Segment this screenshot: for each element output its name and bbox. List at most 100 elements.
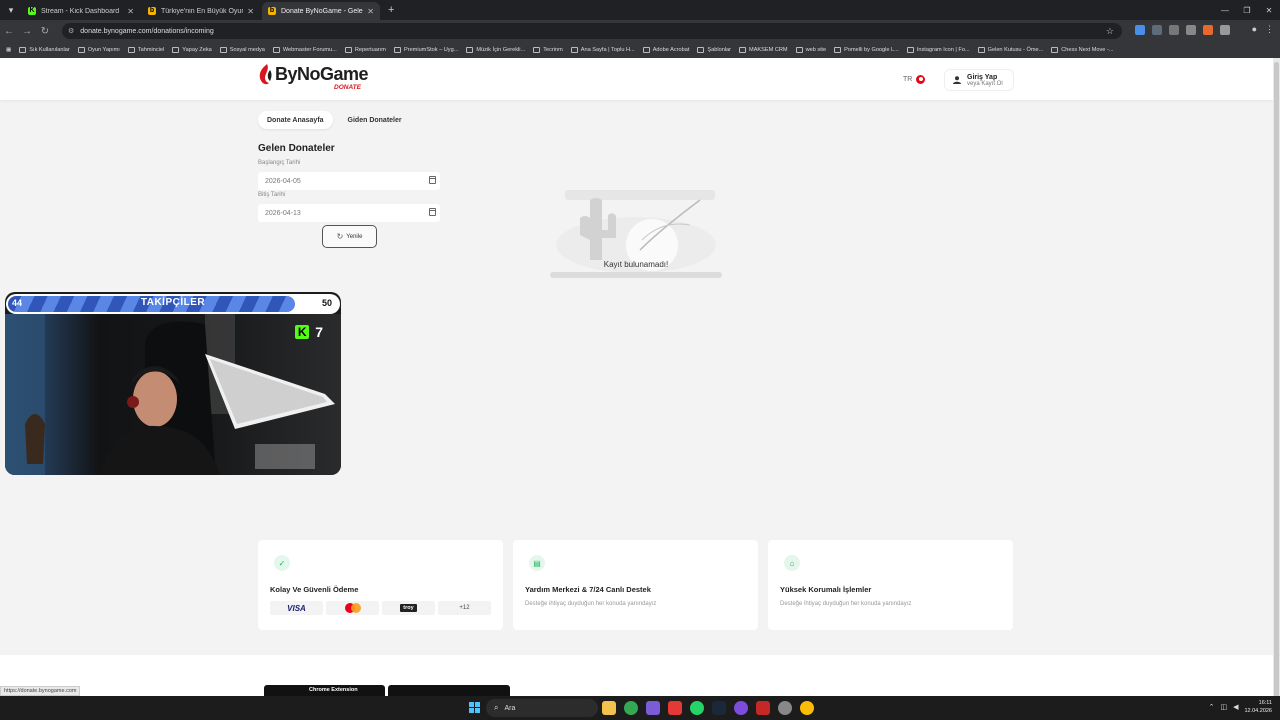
bynogame-logo[interactable]: ByNoGame DONATE <box>258 64 369 94</box>
steam-icon[interactable] <box>712 701 726 715</box>
bookmark-item[interactable]: Şablonlar <box>697 47 731 53</box>
forward-icon[interactable]: → <box>18 26 36 37</box>
close-window-icon[interactable]: ✕ <box>1258 0 1280 20</box>
feature-card-support: ▤ Yardım Merkezi & 7/24 Canlı Destek Des… <box>513 540 758 630</box>
mastercard-logo <box>326 601 379 615</box>
close-tab-icon[interactable]: ✕ <box>367 7 374 16</box>
stream-overlay: K 7 44 TAKİPÇİLER 50 <box>5 292 341 475</box>
network-icon[interactable]: ◫ <box>1220 703 1227 711</box>
whatsapp-icon[interactable] <box>690 701 704 715</box>
bookmark-item[interactable]: Tahminciel <box>127 47 165 53</box>
calendar-icon[interactable] <box>429 176 436 184</box>
extension-icon[interactable] <box>1203 25 1213 35</box>
tab-bynogame[interactable]: b Türkiye'nin En Büyük Oyuncu P ✕ <box>142 2 260 20</box>
folder-icon <box>127 47 135 53</box>
bookmark-item[interactable]: Müzik İçin Gerekli... <box>466 47 525 53</box>
back-icon[interactable]: ← <box>0 26 18 37</box>
obs-icon[interactable] <box>734 701 748 715</box>
extension-icon[interactable] <box>1169 25 1179 35</box>
file-explorer-icon[interactable] <box>602 701 616 715</box>
scrollbar-thumb[interactable] <box>1274 62 1279 702</box>
kick-logo-icon: K <box>295 325 310 339</box>
tab-search-icon[interactable]: ▾ <box>2 1 20 19</box>
menu-dots-icon[interactable]: ⋮ <box>1265 24 1274 35</box>
bookmark-item[interactable]: Sık Kullanılanlar <box>19 47 70 53</box>
feature-card-security: ⌂ Yüksek Korumalı İşlemler Desteğe ihtiy… <box>768 540 1013 630</box>
mastercard-orange-circle <box>350 603 361 613</box>
bookmark-item[interactable]: MAKSEM CRM <box>739 47 788 53</box>
bookmark-item[interactable]: PremiumStok – Uyg... <box>393 47 458 53</box>
start-date-input[interactable]: 2026-04-05 <box>258 172 440 190</box>
chrome-icon[interactable] <box>624 701 638 715</box>
bookmark-item[interactable]: Pomelli by Google L... <box>834 47 899 53</box>
page-icon <box>739 47 747 53</box>
chrome-active-icon[interactable] <box>800 701 814 715</box>
bookmark-label: Sık Kullanılanlar <box>29 47 70 53</box>
language-selector[interactable]: TR <box>903 75 926 84</box>
logo-text: ByNoGame <box>275 64 369 84</box>
bookmark-star-icon[interactable]: ☆ <box>1106 26 1114 37</box>
refresh-icon: ↻ <box>336 232 344 241</box>
tab-kick-dashboard[interactable]: K Stream - Kick Dashboard ✕ <box>22 2 140 20</box>
tab-donate-home[interactable]: Donate Anasayfa <box>258 111 333 129</box>
site-info-icon[interactable]: ⚙ <box>68 27 74 35</box>
bookmark-item[interactable]: Instagram Icon | Fo... <box>906 47 970 53</box>
tab-outgoing-donations[interactable]: Giden Donateler <box>339 111 411 129</box>
bookmark-item[interactable]: Oyun Yapımı <box>77 47 120 53</box>
end-date-input[interactable]: 2026-04-13 <box>258 204 440 222</box>
apps-grid-icon[interactable]: ▦ <box>6 47 11 53</box>
taskbar-search[interactable]: ⌕ Ara <box>486 699 598 717</box>
extensions-puzzle-icon[interactable] <box>1220 25 1230 35</box>
extension-icon[interactable] <box>1135 25 1145 35</box>
app-icon[interactable] <box>756 701 770 715</box>
page-scrollbar[interactable] <box>1273 58 1280 702</box>
chrome-extension-button[interactable]: Chrome Extension <box>264 685 385 696</box>
close-tab-icon[interactable]: ✕ <box>127 7 134 16</box>
new-tab-icon[interactable]: + <box>388 4 394 16</box>
maximize-icon[interactable]: ❐ <box>1236 0 1258 20</box>
bookmark-label: Pomelli by Google L... <box>844 47 899 53</box>
bookmark-item[interactable]: Sosyal medya <box>219 47 265 53</box>
app-icon[interactable] <box>668 701 682 715</box>
login-label: Giriş Yap <box>967 73 998 81</box>
bookmark-item[interactable]: Webmaster Forumu... <box>272 47 337 53</box>
more-payments: +12 <box>438 601 491 615</box>
clock-time: 16:11 <box>1258 700 1272 706</box>
reload-icon[interactable]: ↻ <box>36 26 54 37</box>
login-button[interactable]: Giriş Yap veya Kayıt Ol <box>944 69 1014 91</box>
bookmark-item[interactable]: Repertuarım <box>344 47 386 53</box>
browser-toolbar: ← → ↻ ⚙ donate.bynogame.com/donations/in… <box>0 20 1280 42</box>
bookmark-label: Şablonlar <box>707 47 732 53</box>
volume-icon[interactable]: ◀ <box>1233 703 1238 711</box>
bynogame-favicon-icon: b <box>268 7 276 15</box>
bookmark-label: Tahminciel <box>137 47 165 53</box>
calendar-icon[interactable] <box>429 208 436 216</box>
discord-icon[interactable] <box>646 701 660 715</box>
folder-icon <box>77 47 85 53</box>
refresh-button[interactable]: ↻ Yenile <box>322 225 377 248</box>
bookmark-item[interactable]: Chess Next Move -... <box>1051 47 1114 53</box>
page-icon <box>834 47 842 53</box>
app-icon[interactable] <box>778 701 792 715</box>
extension-icon[interactable] <box>1152 25 1162 35</box>
bookmark-item[interactable]: web site <box>795 47 826 53</box>
tray-chevron-icon[interactable]: ⌃ <box>1209 703 1215 711</box>
extension-icon[interactable] <box>1186 25 1196 35</box>
profile-icon[interactable]: ● <box>1252 24 1257 35</box>
page-icon <box>393 47 401 53</box>
feature-title: Yüksek Korumalı İşlemler <box>780 585 872 594</box>
app-store-button[interactable] <box>388 685 510 696</box>
address-bar[interactable]: ⚙ donate.bynogame.com/donations/incoming… <box>62 23 1122 39</box>
bookmark-item[interactable]: Adobe Acrobat <box>642 47 689 53</box>
bookmark-item[interactable]: Yapay Zeka <box>172 47 212 53</box>
bookmark-item[interactable]: Gelen Kutusu - Öme... <box>977 47 1043 53</box>
tab-donate-bynogame[interactable]: b Donate ByNoGame - Gelen/Gide ✕ <box>262 2 380 20</box>
bookmark-label: Instagram Icon | Fo... <box>916 47 970 53</box>
minimize-icon[interactable]: — <box>1214 0 1236 20</box>
bookmark-item[interactable]: Ana Sayfa | Toplu H... <box>570 47 635 53</box>
windows-start-icon[interactable] <box>469 702 480 713</box>
bookmark-item[interactable]: Tecrinm <box>533 47 563 53</box>
system-clock[interactable]: 16:11 12.04.2026 <box>1244 699 1272 715</box>
close-tab-icon[interactable]: ✕ <box>247 7 254 16</box>
lock-icon: ⌂ <box>784 555 800 571</box>
